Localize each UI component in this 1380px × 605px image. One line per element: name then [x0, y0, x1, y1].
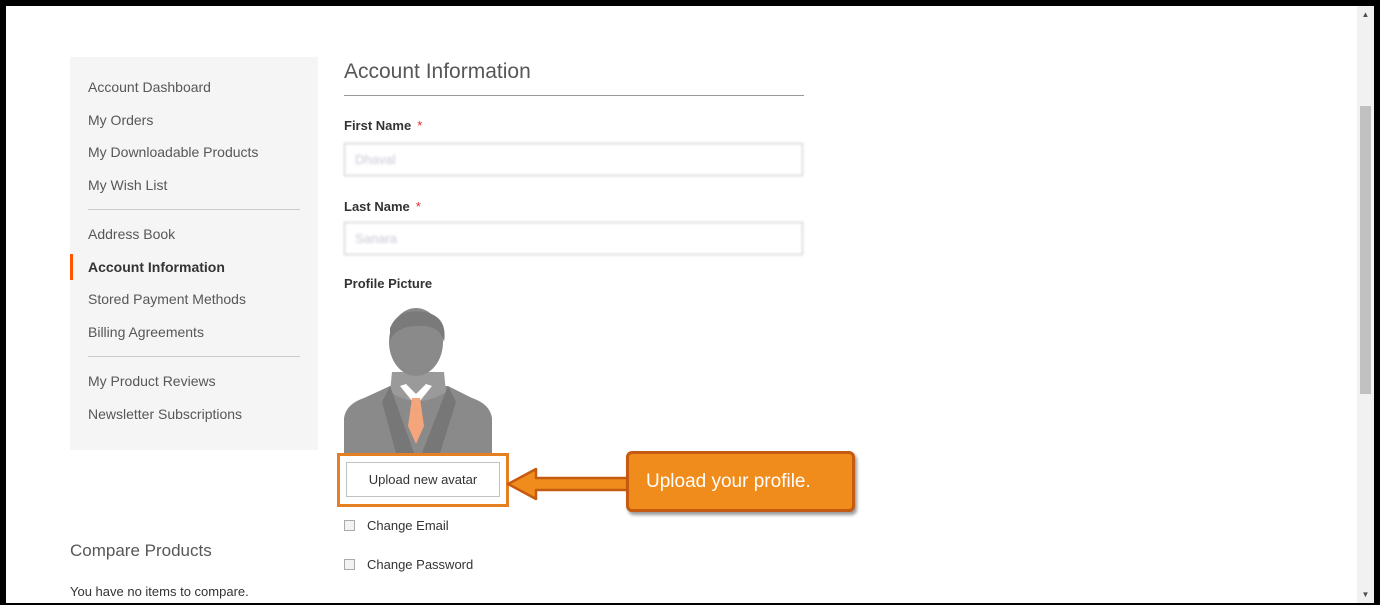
nav-stored-payment-methods[interactable]: Stored Payment Methods: [70, 289, 318, 322]
nav-my-downloadable-products[interactable]: My Downloadable Products: [70, 142, 318, 175]
last-name-label-text: Last Name: [344, 199, 410, 214]
compare-products-title: Compare Products: [70, 541, 212, 560]
scroll-up-icon[interactable]: ▲: [1357, 6, 1374, 23]
scroll-down-icon[interactable]: ▼: [1357, 586, 1374, 603]
nav-divider: [88, 209, 300, 210]
nav-my-wish-list[interactable]: My Wish List: [70, 175, 318, 208]
page-title: Account Information: [344, 60, 804, 96]
upload-avatar-button[interactable]: Upload new avatar: [346, 462, 500, 497]
required-marker: *: [417, 118, 423, 133]
first-name-input[interactable]: [344, 143, 803, 176]
change-password-checkbox[interactable]: [344, 559, 355, 570]
nav-my-product-reviews[interactable]: My Product Reviews: [70, 371, 318, 404]
change-email-label[interactable]: Change Email: [367, 518, 449, 533]
account-sidebar: Account Dashboard My Orders My Downloada…: [70, 57, 318, 450]
nav-billing-agreements[interactable]: Billing Agreements: [70, 322, 318, 355]
nav-account-dashboard[interactable]: Account Dashboard: [70, 77, 318, 110]
first-name-label-text: First Name: [344, 118, 412, 133]
change-email-row: Change Email: [344, 518, 449, 533]
scroll-thumb[interactable]: [1360, 106, 1371, 394]
change-email-checkbox[interactable]: [344, 520, 355, 531]
nav-account-information[interactable]: Account Information: [70, 253, 318, 290]
annotation-callout: Upload your profile.: [626, 451, 855, 512]
change-password-label[interactable]: Change Password: [367, 557, 473, 572]
compare-empty-text: You have no items to compare.: [70, 584, 249, 599]
browser-viewport: Account Dashboard My Orders My Downloada…: [6, 6, 1374, 603]
last-name-input[interactable]: [344, 222, 803, 255]
nav-divider: [88, 356, 300, 357]
nav-newsletter-subscriptions[interactable]: Newsletter Subscriptions: [70, 404, 318, 437]
page-scrollbar[interactable]: ▲ ▼: [1357, 6, 1374, 603]
required-marker: *: [415, 199, 421, 214]
upload-highlight: Upload new avatar: [337, 453, 509, 507]
first-name-label: First Name *: [344, 118, 422, 133]
profile-picture-label: Profile Picture: [344, 276, 433, 291]
nav-address-book[interactable]: Address Book: [70, 224, 318, 257]
change-password-row: Change Password: [344, 557, 473, 572]
avatar-placeholder-icon: [344, 308, 492, 453]
last-name-label: Last Name *: [344, 199, 421, 214]
nav-my-orders[interactable]: My Orders: [70, 110, 318, 143]
arrow-left-icon: [506, 467, 630, 501]
